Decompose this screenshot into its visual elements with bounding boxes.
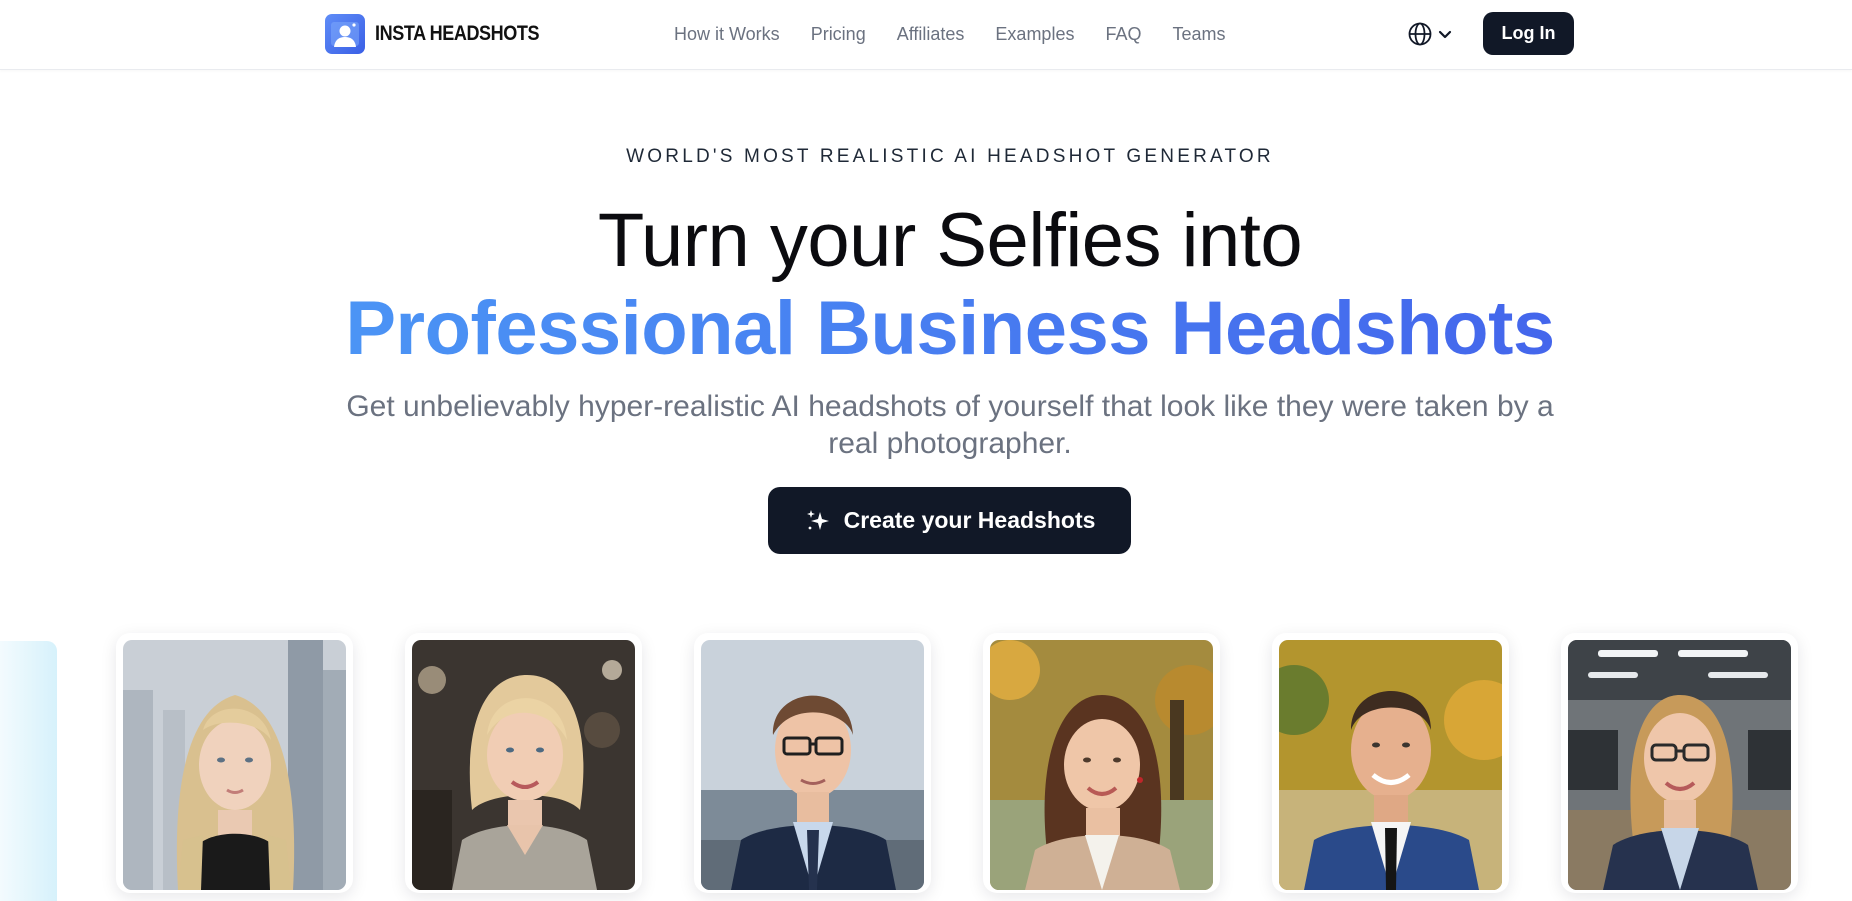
sparkles-icon: [806, 509, 829, 530]
nav-item-how-it-works[interactable]: How it Works: [674, 24, 780, 45]
hero-eyebrow: WORLD'S MOST REALISTIC AI HEADSHOT GENER…: [626, 146, 1274, 167]
hero-subtitle: Get unbelievably hyper-realistic AI head…: [346, 390, 1554, 460]
hero-title-line1: Turn your Selfies into: [597, 198, 1303, 283]
brand-logo[interactable]: INSTA HEADSHOTS: [325, 14, 566, 54]
headshot-photo: [990, 640, 1213, 890]
globe-icon: [1408, 22, 1432, 46]
headshot-photo: [123, 640, 346, 890]
nav-item-teams[interactable]: Teams: [1172, 24, 1225, 45]
headshot-photo: [1279, 640, 1502, 890]
gallery-card-partial: [0, 641, 57, 901]
nav-item-examples[interactable]: Examples: [995, 24, 1074, 45]
hero-title-highlight: Professional Business Headshots: [345, 286, 1555, 371]
gallery-card[interactable]: [116, 633, 353, 893]
nav-item-faq[interactable]: FAQ: [1105, 24, 1141, 45]
create-headshots-label: Create your Headshots: [843, 507, 1096, 533]
gallery-card[interactable]: [983, 633, 1220, 893]
gallery-card[interactable]: [1272, 633, 1509, 893]
gallery-card[interactable]: [1561, 633, 1798, 893]
login-button[interactable]: Log In: [1483, 12, 1574, 55]
headshot-photo: [412, 640, 635, 890]
site-header: INSTA HEADSHOTS How it Works Pricing Aff…: [0, 0, 1852, 70]
person-portrait-icon: [325, 14, 365, 54]
main-nav: How it Works Pricing Affiliates Examples…: [674, 22, 1225, 46]
nav-item-affiliates[interactable]: Affiliates: [897, 24, 965, 45]
chevron-down-icon: [1438, 30, 1452, 39]
headshot-photo: [701, 640, 924, 890]
headshot-photo: [1568, 640, 1791, 890]
brand-name: INSTA HEADSHOTS: [375, 22, 540, 45]
language-selector[interactable]: [1407, 20, 1453, 48]
create-headshots-button[interactable]: Create your Headshots: [768, 487, 1131, 554]
hero-title-line2: Professional Business Headshots: [0, 284, 1852, 374]
nav-item-pricing[interactable]: Pricing: [811, 24, 866, 45]
gallery-card[interactable]: [405, 633, 642, 893]
gallery-card[interactable]: [694, 633, 931, 893]
